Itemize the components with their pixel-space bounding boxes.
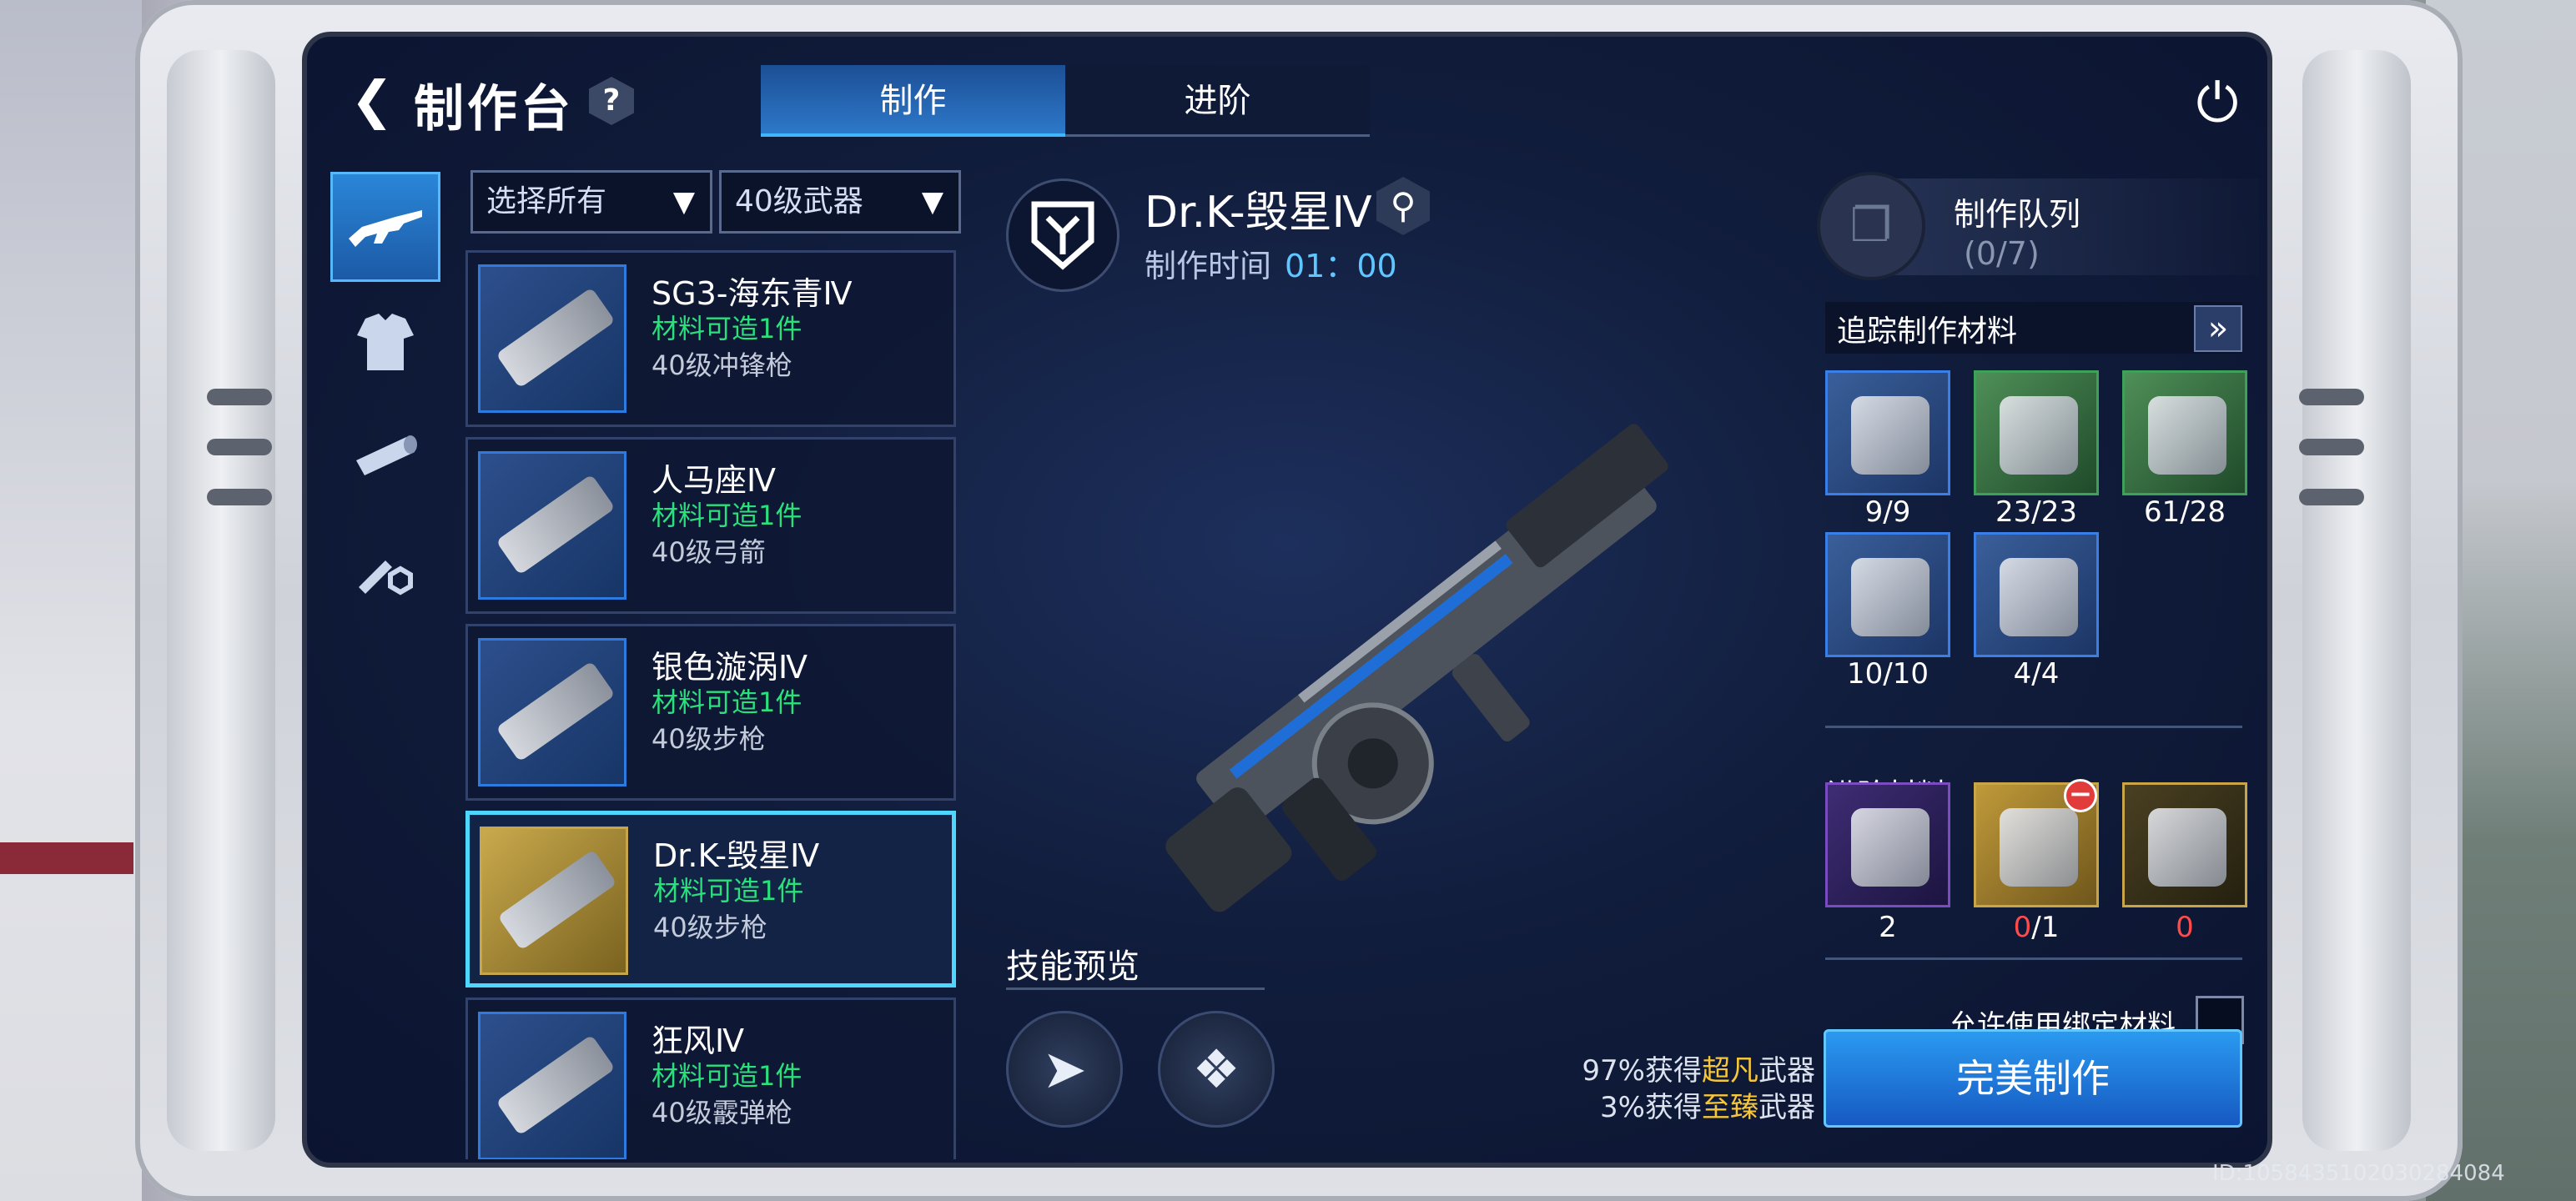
power-icon[interactable]: ⏻	[2182, 68, 2252, 138]
level-filter-value: 40级武器	[735, 184, 863, 219]
weapon-list: SG3-海东青Ⅳ 材料可造1件 40级冲锋枪 人马座Ⅳ 材料可造1件 40级弓箭…	[465, 250, 958, 1159]
chevron-down-icon: ▼	[672, 185, 695, 219]
weapon-material-status: 材料可造1件	[652, 313, 802, 344]
weapon-level: 40级步枪	[652, 723, 766, 755]
help-button[interactable]: ?	[589, 77, 634, 125]
category-rifle[interactable]	[330, 172, 440, 282]
craft-time-label: 制作时间	[1145, 248, 1272, 284]
weapon-thumbnail	[480, 827, 628, 975]
perfect-craft-button[interactable]: 完美制作	[1824, 1029, 2242, 1128]
weapon-material-status: 材料可造1件	[653, 875, 804, 907]
frame-right-side	[2302, 50, 2411, 1151]
skill-divider	[1006, 987, 1265, 990]
vent-slot	[2299, 439, 2364, 455]
back-arrow-icon[interactable]: ❮	[350, 70, 400, 130]
level-filter-dropdown[interactable]: 40级武器 ▼	[719, 170, 961, 234]
material-slot[interactable]	[1825, 370, 1950, 495]
material-slot[interactable]	[1974, 532, 2099, 657]
brand-emblem-icon	[1006, 178, 1119, 292]
weapon-material-status: 材料可造1件	[652, 500, 802, 531]
material-count: 61/28	[2144, 495, 2226, 529]
weapon-preview-image	[1165, 424, 1668, 912]
vent-slot	[207, 389, 272, 405]
weapon-level: 40级冲锋枪	[652, 349, 792, 381]
weapon-name: SG3-海东青Ⅳ	[652, 275, 853, 312]
rifle-icon	[349, 210, 422, 247]
vent-slot	[207, 489, 272, 505]
section-divider	[1825, 957, 2242, 960]
advance-material-count: 2	[1879, 911, 1897, 944]
skill-beam-icon[interactable]: ❖	[1158, 1011, 1275, 1128]
advance-material-slot[interactable]	[2122, 782, 2247, 907]
section-divider	[1825, 726, 2242, 728]
weapon-thumbnail	[478, 451, 626, 600]
weapon-title: Dr.K-毁星Ⅳ	[1145, 188, 1372, 238]
material-slot[interactable]	[1825, 532, 1950, 657]
attachment-icon	[356, 435, 417, 475]
weapon-item[interactable]: 人马座Ⅳ 材料可造1件 40级弓箭	[465, 437, 956, 614]
advance-material-slot[interactable]	[1825, 782, 1950, 907]
weapon-item[interactable]: 银色漩涡Ⅳ 材料可造1件 40级步枪	[465, 624, 956, 801]
weapon-material-status: 材料可造1件	[652, 686, 802, 718]
weapon-name: 银色漩涡Ⅳ	[652, 649, 808, 686]
tools-icon	[359, 560, 413, 595]
chance-superior: 97%获得超凡武器	[1582, 1054, 1815, 1088]
vent-slot	[2299, 389, 2364, 405]
remove-badge-icon[interactable]: −	[2064, 779, 2097, 812]
weapon-name: 狂风Ⅳ	[652, 1023, 745, 1059]
material-slot[interactable]	[1974, 370, 2099, 495]
weapon-thumbnail	[478, 638, 626, 786]
category-armor[interactable]	[330, 287, 440, 397]
type-filter-dropdown[interactable]: 选择所有 ▼	[470, 170, 712, 234]
page-title: 制作台	[414, 80, 574, 138]
weapon-thumbnail	[478, 264, 626, 413]
material-count: 4/4	[2013, 657, 2060, 691]
craft-time-value: 01：00	[1285, 248, 1397, 284]
skill-weapon-icon[interactable]: ➤	[1006, 1011, 1123, 1128]
material-count: 10/10	[1847, 657, 1929, 691]
double-chevron-right-icon[interactable]: »	[2194, 305, 2242, 352]
weapon-level: 40级霰弹枪	[652, 1097, 792, 1128]
vent-slot	[2299, 489, 2364, 505]
advance-material-count: 0	[2176, 911, 2194, 944]
advance-material-count: 0/1	[2013, 911, 2060, 944]
user-id-label: ID:10584351020302840​84	[2212, 1161, 2505, 1186]
weapon-name: 人马座Ⅳ	[652, 462, 777, 499]
category-tools[interactable]	[330, 514, 440, 624]
weapon-thumbnail	[478, 1012, 626, 1159]
material-slot[interactable]	[2122, 370, 2247, 495]
search-icon[interactable]: ⚲	[1376, 177, 1430, 235]
weapon-item[interactable]: SG3-海东青Ⅳ 材料可造1件 40级冲锋枪	[465, 250, 956, 427]
tab-bar: 制作 进阶	[761, 65, 1370, 137]
weapon-level: 40级弓箭	[652, 536, 766, 568]
crafting-screen: ❮ 制作台 ? 制作 进阶 ⏻ 选择所有 ▼ 40级武器 ▼ SG3-海东青Ⅳ …	[302, 32, 2272, 1168]
craft-queue-label: 制作队列	[1954, 196, 2081, 233]
vent-slot	[207, 439, 272, 455]
category-attachment[interactable]	[330, 400, 440, 510]
frame-left-side	[167, 50, 275, 1151]
chance-perfect: 3%获得至臻武器	[1600, 1091, 1815, 1124]
tab-craft[interactable]: 制作	[761, 65, 1065, 137]
weapon-level: 40级步枪	[653, 912, 767, 943]
tracking-label: 追踪制作材料	[1837, 314, 2018, 349]
weapon-material-status: 材料可造1件	[652, 1060, 802, 1092]
weapon-item[interactable]: 狂风Ⅳ 材料可造1件 40级霰弹枪	[465, 997, 956, 1159]
skill-preview-title: 技能预览	[1006, 947, 1140, 986]
type-filter-value: 选择所有	[486, 184, 607, 219]
material-count: 9/9	[1864, 495, 1911, 529]
chevron-down-icon: ▼	[921, 185, 943, 219]
background-stripe	[0, 842, 133, 874]
material-count: 23/23	[1995, 495, 2077, 529]
craft-queue-count: (0/7)	[1964, 235, 2040, 272]
armor-icon	[357, 314, 414, 370]
weapon-item-selected[interactable]: Dr.K-毁星Ⅳ 材料可造1件 40级步枪	[465, 811, 956, 987]
tab-advance[interactable]: 进阶	[1065, 65, 1370, 137]
queue-icon: ❐	[1817, 172, 1925, 280]
background-wall-left	[0, 0, 142, 1201]
weapon-name: Dr.K-毁星Ⅳ	[653, 837, 820, 874]
